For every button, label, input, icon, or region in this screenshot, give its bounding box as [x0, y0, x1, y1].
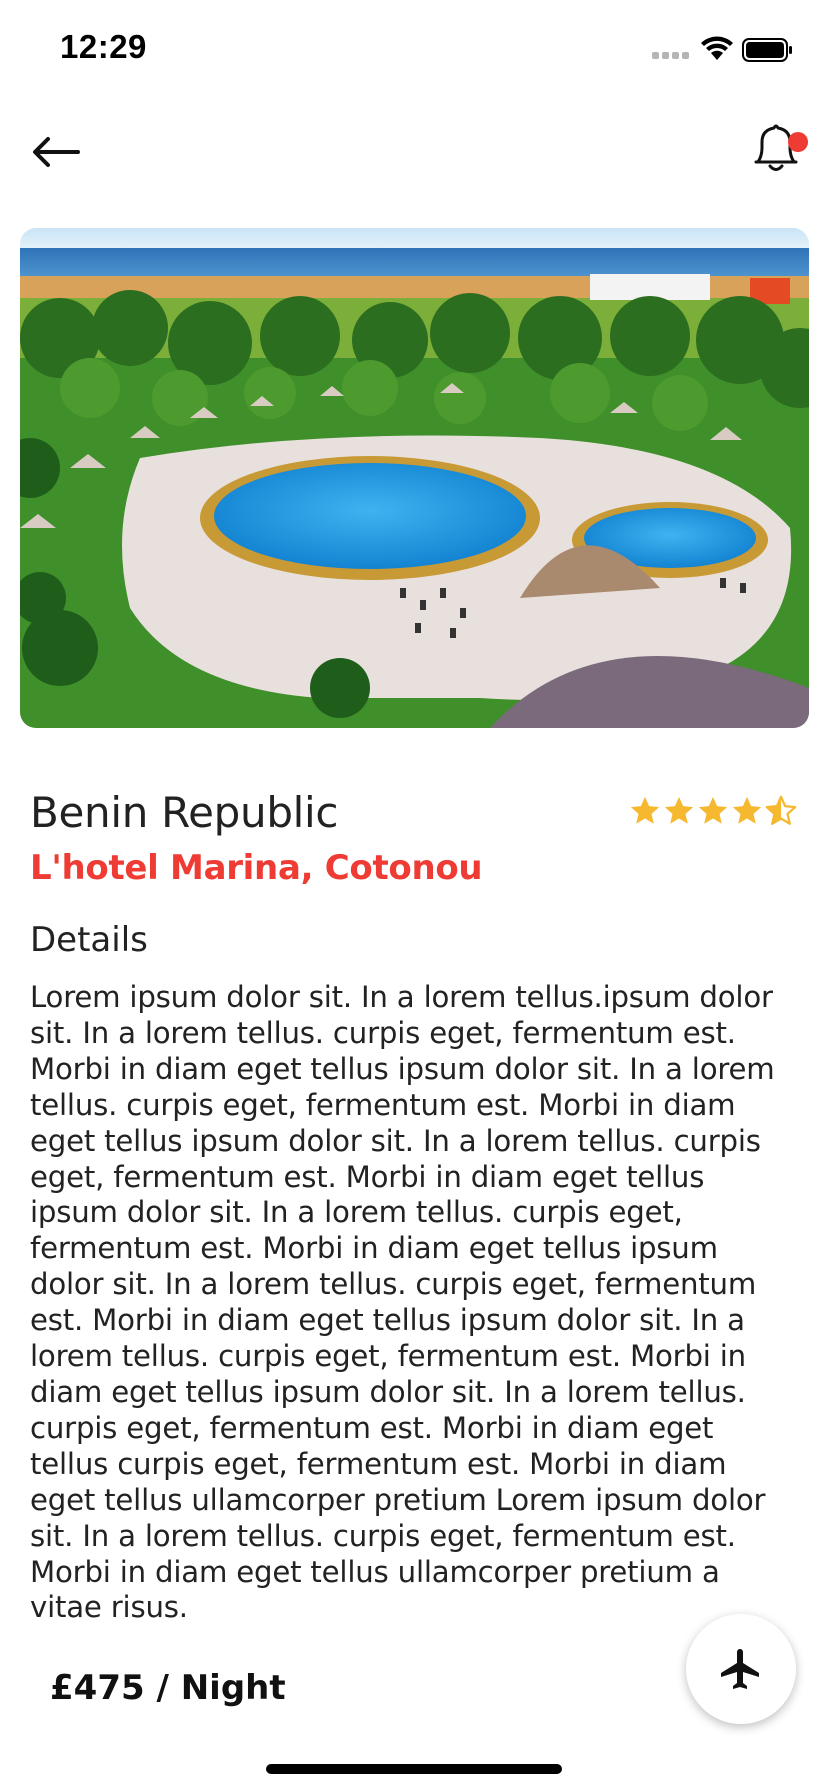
book-flight-button[interactable] [686, 1614, 796, 1724]
wifi-icon [701, 36, 733, 60]
home-indicator [266, 1764, 562, 1774]
status-time: 12:29 [60, 28, 147, 65]
details-heading: Details [30, 920, 148, 960]
notifications-button[interactable] [748, 120, 812, 184]
arrow-left-icon [33, 137, 80, 167]
star-icon [698, 796, 728, 824]
battery-icon [742, 38, 792, 62]
star-icon [664, 796, 694, 824]
star-half-icon [765, 795, 797, 825]
country-title: Benin Republic [30, 788, 339, 837]
details-text: Lorem ipsum dolor sit. In a lorem tellus… [30, 980, 775, 1625]
airplane-icon [721, 1649, 759, 1689]
signal-icon [652, 52, 692, 62]
status-bar: 12:29 [0, 0, 828, 100]
notification-badge [788, 132, 808, 152]
star-rating [628, 794, 798, 834]
hotel-photo [20, 228, 809, 728]
star-icon [732, 796, 762, 824]
back-button[interactable] [26, 124, 86, 180]
hotel-name: L'hotel Marina, Cotonou [30, 848, 483, 888]
star-icon [630, 796, 660, 824]
price-label: £475 / Night [50, 1668, 286, 1708]
